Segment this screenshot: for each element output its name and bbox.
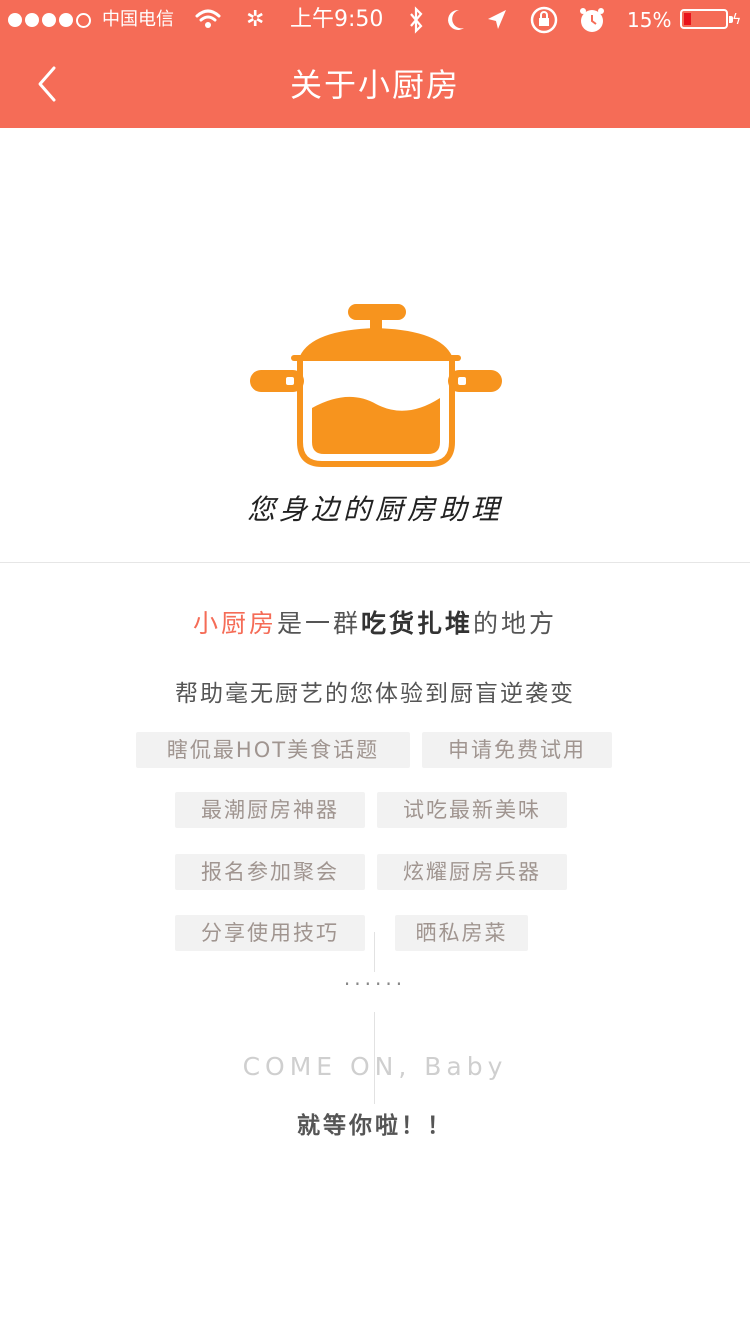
hero-section: 您身边的厨房助理 [0, 128, 750, 562]
app-header: 中国电信 ✲ 上午9:50 15% ϟ 关于小厨房 [0, 0, 750, 128]
moon-icon [444, 0, 468, 40]
wifi-icon [194, 0, 222, 40]
charging-icon: ϟ [732, 12, 742, 28]
ellipsis-text: ...... [343, 966, 407, 990]
signal-strength-icon [8, 0, 91, 40]
location-icon [484, 0, 510, 40]
intro-line-2: 帮助毫无厨艺的您体验到厨盲逆袭变 [175, 681, 575, 707]
come-on-text: COME ON, Baby [242, 1052, 508, 1081]
tag-free-trial: 申请免费试用 [422, 732, 612, 768]
slogan-text: 您身边的厨房助理 [246, 493, 503, 526]
tag-taste-new: 试吃最新美味 [377, 792, 567, 828]
intro-line-1: 小厨房是一群吃货扎堆的地方 [0, 604, 750, 640]
tag-show-tools: 炫耀厨房兵器 [377, 854, 567, 890]
tag-hot-topics: 瞎侃最HOT美食话题 [136, 732, 410, 768]
rotation-lock-icon [528, 0, 562, 40]
section-divider [0, 562, 750, 563]
battery-icon [680, 9, 733, 29]
waiting-text: 就等你啦！！ [297, 1113, 453, 1139]
brand-name: 小厨房 [192, 609, 277, 638]
status-bar: 中国电信 ✲ 上午9:50 15% ϟ [0, 0, 750, 40]
tag-share-tips: 分享使用技巧 [175, 915, 365, 951]
intro-text-part2: 的地方 [473, 609, 558, 638]
alarm-icon [578, 0, 608, 40]
tag-private-dish: 晒私房菜 [395, 915, 528, 951]
carrier-name: 中国电信 [102, 9, 174, 30]
intro-text: 小厨房是一群吃货扎堆的地方 帮助毫无厨艺的您体验到厨盲逆袭变 [0, 604, 750, 708]
activity-icon: ✲ [246, 7, 265, 32]
cooking-pot-icon [250, 304, 502, 467]
bluetooth-icon [406, 0, 426, 40]
status-time: 上午9:50 [290, 7, 384, 32]
page-title: 关于小厨房 [289, 66, 460, 104]
intro-text-part1: 是一群 [276, 609, 361, 638]
tag-join-party: 报名参加聚会 [175, 854, 365, 890]
intro-highlight: 吃货扎堆 [361, 609, 474, 638]
tag-kitchen-gadgets: 最潮厨房神器 [175, 792, 365, 828]
battery-percentage: 15% [627, 8, 672, 32]
nav-bar: 关于小厨房 [0, 40, 750, 128]
